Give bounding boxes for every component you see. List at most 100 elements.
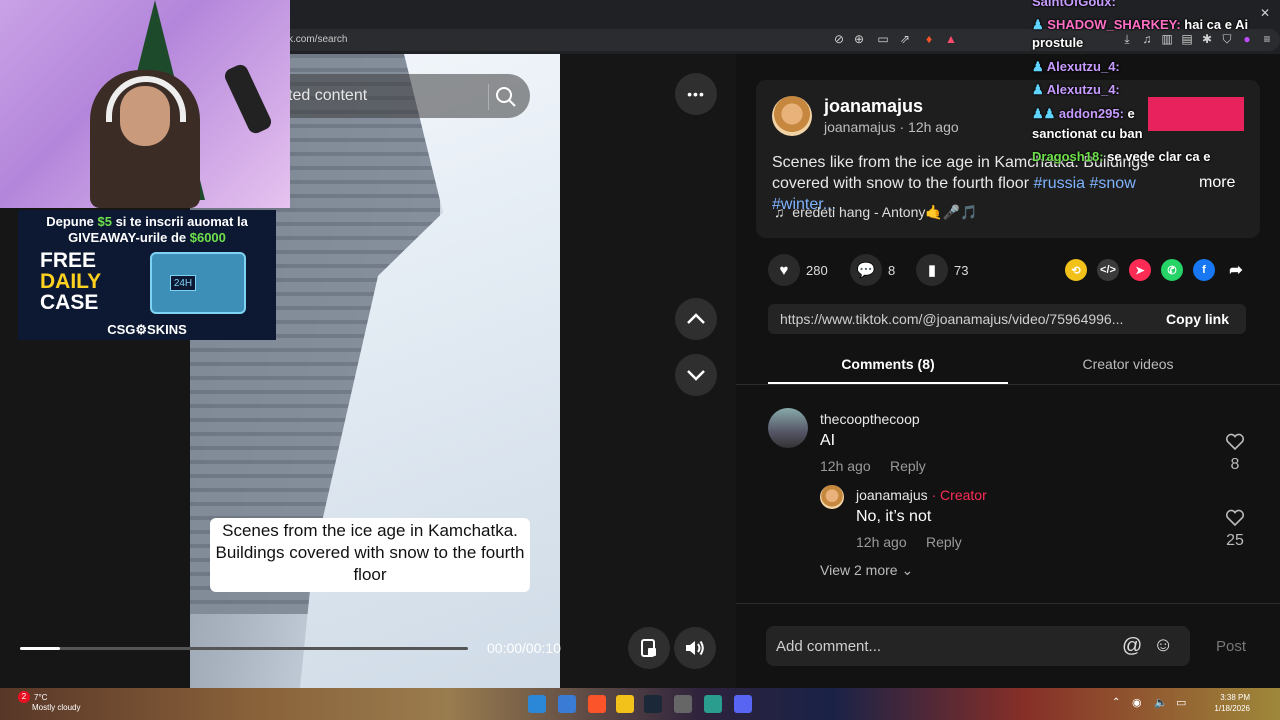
cast-icon[interactable]: ▭ — [876, 32, 890, 46]
search-button[interactable] — [488, 84, 516, 110]
hashtag-snow[interactable]: #snow — [1090, 175, 1136, 192]
avatar[interactable] — [772, 96, 812, 136]
bookmark-icon: ▮ — [927, 262, 937, 279]
volume-button[interactable] — [674, 627, 716, 669]
music-title[interactable]: eredeti hang - Antony🤙🎤🎵 — [792, 204, 977, 220]
comment-button[interactable]: 💬 — [850, 254, 882, 286]
tab-comments[interactable]: Comments (8) — [768, 356, 1008, 372]
file-explorer-icon[interactable] — [616, 695, 634, 713]
discord-icon[interactable] — [734, 695, 752, 713]
hashtag-russia[interactable]: #russia — [1033, 175, 1085, 192]
banner-free: FREE — [40, 249, 97, 272]
chat-message: Dragosh18: se vede clar ca e — [1032, 149, 1211, 164]
chat-text: prostule — [1032, 35, 1084, 50]
banner-text: Depune — [46, 214, 98, 229]
zoom-icon[interactable]: ⊕ — [852, 32, 866, 46]
start-icon[interactable] — [528, 695, 546, 713]
save-button[interactable]: ▮ — [916, 254, 948, 286]
more-share-button[interactable]: ➦ — [1225, 259, 1247, 281]
tab-creator-videos[interactable]: Creator videos — [1008, 356, 1248, 372]
facebook-icon: f — [1202, 264, 1206, 276]
tray-app-icon[interactable]: ◉ — [1132, 696, 1142, 709]
case-chest-icon — [150, 252, 246, 314]
copy-link-button[interactable]: Copy link — [1166, 311, 1229, 327]
avatar[interactable] — [820, 485, 844, 509]
weather-status[interactable]: Mostly cloudy — [32, 703, 80, 712]
comment-like-button[interactable] — [1225, 433, 1245, 456]
emoji-icon[interactable]: ☺ — [1153, 634, 1173, 657]
banner-case: CASE — [40, 291, 99, 314]
more-options-icon: ••• — [687, 86, 705, 102]
chat-text: hai ca e Ai — [1180, 17, 1249, 32]
pip-button[interactable] — [628, 627, 670, 669]
previous-video-button[interactable] — [675, 298, 717, 340]
reply-author-name[interactable]: joanamajus — [856, 487, 928, 503]
chat-message: ♟♟ addon295: e — [1032, 106, 1135, 122]
reply-button[interactable]: Reply — [926, 534, 962, 550]
chat-message: ♟ Alexutzu_4: — [1032, 82, 1120, 98]
network-icon[interactable]: ▭ — [1176, 696, 1186, 709]
reply-author: joanamajus · Creator — [856, 487, 987, 503]
banner-24h-badge: 24H — [170, 275, 196, 291]
comment-text: AI — [820, 432, 836, 449]
clock[interactable]: 3:38 PM 1/18/2026 — [1206, 692, 1250, 714]
comment-author[interactable]: thecoopthecoop — [820, 411, 920, 427]
calculator-icon[interactable] — [674, 695, 692, 713]
reply-button[interactable]: Reply — [890, 458, 926, 474]
steam-icon[interactable] — [644, 695, 662, 713]
search-placeholder[interactable]: ted content — [288, 87, 367, 105]
chat-user: Alexutzu_4: — [1046, 59, 1120, 74]
facebook-button[interactable]: f — [1193, 259, 1215, 281]
speaker-icon[interactable]: 🔈 — [1154, 696, 1168, 709]
music-row[interactable]: ♫ eredeti hang - Antony🤙🎤🎵 — [774, 204, 978, 221]
chat-message: ♟ Alexutzu_4: — [1032, 59, 1120, 75]
clock-time: 3:38 PM — [1220, 693, 1250, 702]
brave-browser-icon[interactable] — [588, 695, 606, 713]
view-more-replies[interactable]: View 2 more ⌄ — [820, 562, 913, 579]
avatar[interactable] — [768, 408, 808, 448]
banner-text: si te inscrii auomat la — [111, 214, 248, 229]
rewards-icon[interactable]: ▲ — [944, 32, 958, 46]
tray-chevron-icon[interactable]: ⌃ — [1112, 697, 1120, 708]
address-url[interactable]: k.com/search — [288, 34, 347, 45]
mention-icon[interactable]: @ — [1122, 635, 1142, 658]
repost-button[interactable]: ⟲ — [1065, 259, 1087, 281]
banner-text: GIVEAWAY-urile de — [68, 230, 190, 245]
comment-placeholder[interactable]: Add comment... — [776, 638, 881, 655]
chat-user: Alexutzu_4: — [1046, 82, 1120, 97]
more-options-button[interactable]: ••• — [675, 73, 717, 115]
chat-user: SaintOfGoux: — [1032, 0, 1116, 9]
progress-bar[interactable] — [20, 647, 468, 650]
task-view-icon[interactable] — [558, 695, 576, 713]
next-video-button[interactable] — [675, 354, 717, 396]
share-page-icon[interactable]: ⇗ — [898, 32, 912, 46]
whatsapp-icon: ✆ — [1167, 264, 1177, 277]
send-button[interactable]: ➤ — [1129, 259, 1151, 281]
chat-badge-icon: ♟♟ — [1032, 106, 1059, 121]
send-icon: ➤ — [1135, 264, 1145, 277]
like-count: 280 — [806, 263, 828, 278]
post-username[interactable]: joanamajus — [824, 96, 923, 117]
banner-daily: DAILY — [40, 270, 102, 293]
heart-outline-icon — [1225, 509, 1245, 527]
whatsapp-button[interactable]: ✆ — [1161, 259, 1183, 281]
more-link[interactable]: more — [1199, 174, 1235, 192]
music-note-icon: ♫ — [774, 204, 785, 220]
progress-fill — [20, 647, 61, 650]
no-track-icon[interactable]: ⊘ — [832, 32, 846, 46]
view-more-label[interactable]: View 2 more — [820, 562, 898, 578]
embed-button[interactable]: </> — [1097, 259, 1119, 281]
app-icon[interactable] — [704, 695, 722, 713]
comment-like-button[interactable] — [1225, 509, 1245, 532]
heart-icon: ♥ — [779, 261, 789, 279]
like-button[interactable]: ♥ — [768, 254, 800, 286]
banner-line-1: Depune $5 si te inscrii auomat la — [24, 214, 270, 229]
chat-message: ♟ SHADOW_SHARKEY: hai ca e Ai — [1032, 17, 1248, 33]
weather-temp[interactable]: 7°C — [34, 693, 47, 702]
notification-badge[interactable]: 2 — [18, 691, 30, 703]
chat-text: se vede clar ca e — [1103, 149, 1211, 164]
post-comment-button[interactable]: Post — [1216, 638, 1246, 655]
brave-shield-icon[interactable]: ♦ — [922, 32, 936, 46]
chat-message: sanctionat cu ban — [1032, 126, 1143, 141]
comment-like-count: 8 — [1230, 456, 1240, 473]
